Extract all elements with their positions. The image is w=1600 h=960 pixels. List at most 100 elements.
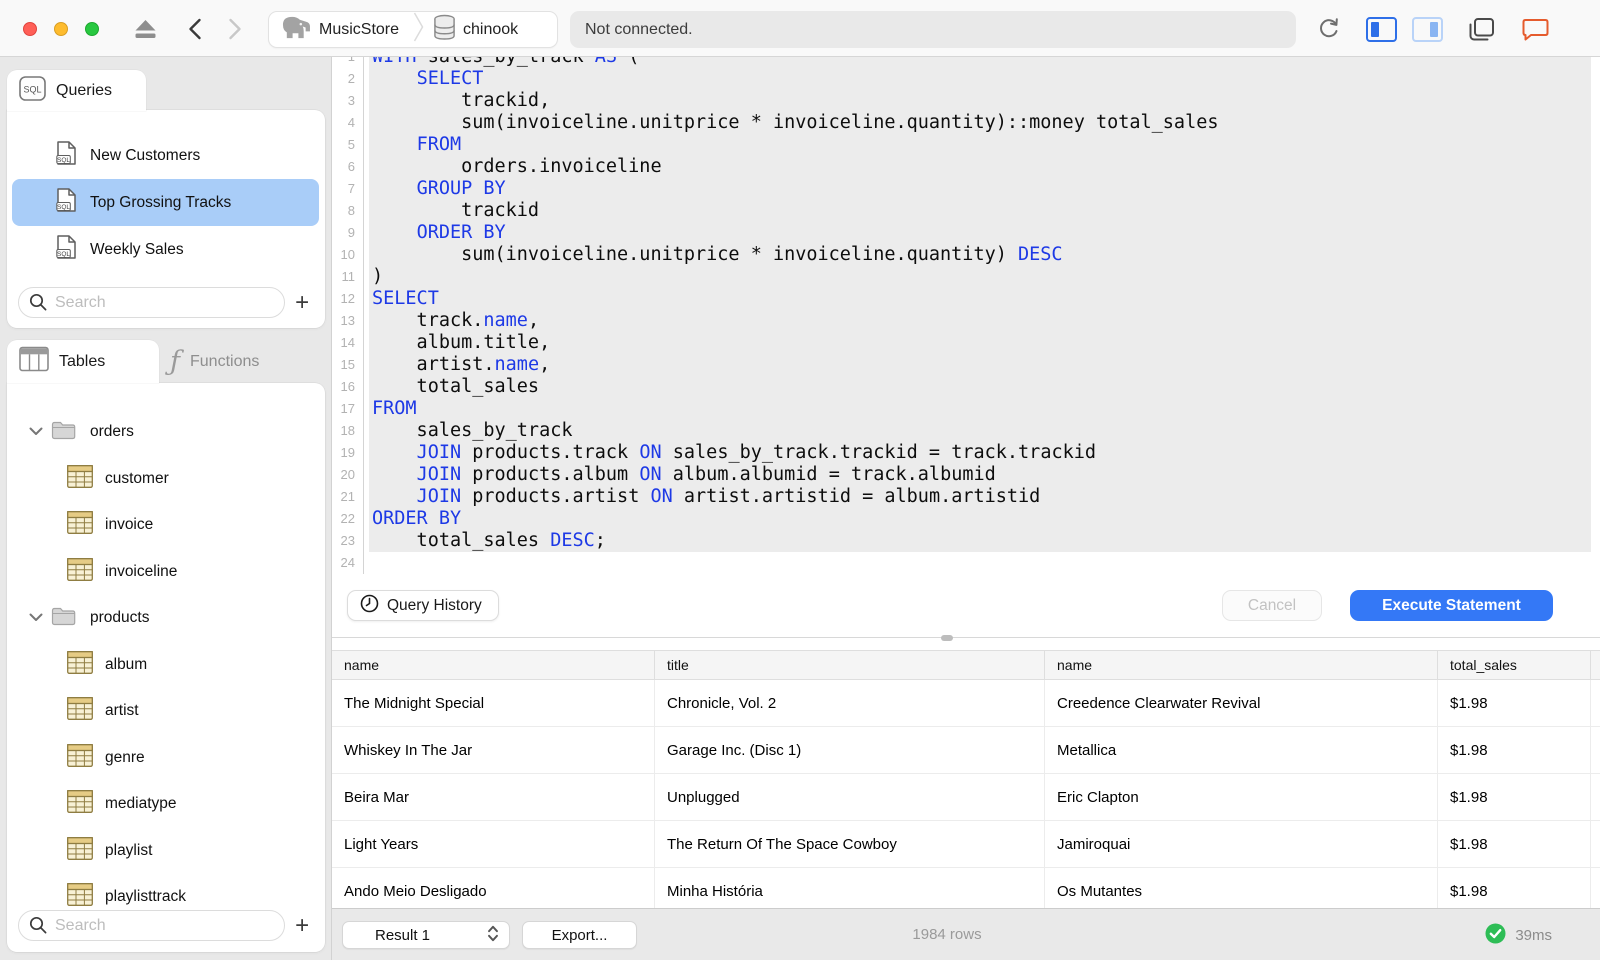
query-name: New Customers	[90, 146, 201, 164]
line-number: 15	[332, 354, 364, 376]
line-number: 2	[332, 68, 364, 90]
zoom-window-button[interactable]	[85, 22, 99, 36]
table-row[interactable]: The Midnight Special Chronicle, Vol. 2 Cre…	[332, 680, 1600, 727]
table-item[interactable]: invoice	[7, 502, 325, 549]
query-duration: 39ms	[1515, 927, 1552, 944]
table-cell: Beira Mar	[332, 774, 655, 820]
column-header[interactable]: total_sales	[1438, 651, 1591, 679]
chevron-down-icon[interactable]	[29, 609, 43, 627]
forward-icon[interactable]	[228, 18, 242, 40]
success-check-icon	[1485, 923, 1506, 948]
table-item[interactable]: invoiceline	[7, 549, 325, 596]
schema-folder[interactable]: orders	[7, 409, 325, 456]
column-header[interactable]: name	[1045, 651, 1438, 679]
table-item[interactable]: genre	[7, 735, 325, 782]
sidebar-left-icon[interactable]	[1366, 17, 1397, 42]
code-text: GROUP BY	[369, 178, 1591, 200]
tab-queries[interactable]: SQL Queries	[7, 70, 146, 111]
add-table-button[interactable]: +	[285, 910, 319, 941]
line-number: 6	[332, 156, 364, 178]
table-cell: Os Mutantes	[1045, 868, 1438, 908]
table-cell: The Midnight Special	[332, 680, 655, 726]
code-text: sum(invoiceline.unitprice * invoiceline.…	[369, 244, 1591, 266]
tables-search-input[interactable]	[18, 910, 286, 941]
queries-search	[18, 287, 286, 318]
svg-text:SQL: SQL	[57, 157, 70, 164]
main-panel: 1WITH sales_by_track AS (2 SELECT3 track…	[332, 57, 1600, 960]
table-cell: $1.98	[1438, 821, 1591, 867]
result-selector[interactable]: Result 1	[342, 921, 510, 949]
line-number: 14	[332, 332, 364, 354]
line-number: 19	[332, 442, 364, 464]
table-row[interactable]: Whiskey In The Jar Garage Inc. (Disc 1) Me…	[332, 727, 1600, 774]
code-line: 21 JOIN products.artist ON artist.artist…	[332, 486, 1600, 508]
line-number: 22	[332, 508, 364, 530]
query-list-item[interactable]: SQL New Customers	[12, 132, 319, 179]
table-item[interactable]: customer	[7, 456, 325, 503]
breadcrumb-database[interactable]: chinook	[433, 14, 518, 46]
query-list-item[interactable]: SQL Top Grossing Tracks	[12, 179, 319, 226]
export-button[interactable]: Export...	[522, 921, 637, 949]
schema-folder[interactable]: products	[7, 595, 325, 642]
code-line: 11)	[332, 266, 1600, 288]
query-history-button[interactable]: Query History	[347, 590, 499, 621]
breadcrumb: MusicStore chinook	[268, 11, 558, 48]
line-number: 21	[332, 486, 364, 508]
sql-file-icon: SQL	[56, 187, 77, 218]
back-icon[interactable]	[188, 18, 202, 40]
windows-icon[interactable]	[1466, 16, 1497, 43]
code-text: ORDER BY	[369, 222, 1591, 244]
sql-editor[interactable]: 1WITH sales_by_track AS (2 SELECT3 track…	[332, 57, 1600, 574]
table-item[interactable]: album	[7, 642, 325, 689]
splitter-handle-icon[interactable]	[941, 635, 953, 641]
line-number: 13	[332, 310, 364, 332]
table-name: mediatype	[105, 795, 177, 813]
code-text: FROM	[369, 134, 1591, 156]
table-cell: The Return Of The Space Cowboy	[655, 821, 1045, 867]
table-cell: Garage Inc. (Disc 1)	[655, 727, 1045, 773]
close-window-button[interactable]	[23, 22, 37, 36]
code-text: JOIN products.album ON album.albumid = t…	[369, 464, 1591, 486]
pane-splitter[interactable]	[332, 635, 1600, 641]
table-item[interactable]: artist	[7, 688, 325, 735]
table-cell: Creedence Clearwater Revival	[1045, 680, 1438, 726]
query-list-item[interactable]: SQL Weekly Sales	[12, 226, 319, 273]
table-row[interactable]: Ando Meio Desligado Minha História Os Muta…	[332, 868, 1600, 908]
code-line: 14 album.title,	[332, 332, 1600, 354]
clock-icon	[360, 594, 379, 618]
minimize-window-button[interactable]	[54, 22, 68, 36]
line-number: 4	[332, 112, 364, 134]
search-icon	[29, 293, 48, 317]
table-cell: Ando Meio Desligado	[332, 868, 655, 908]
table-row[interactable]: Beira Mar Unplugged Eric Clapton $1.98	[332, 774, 1600, 821]
column-header[interactable]: title	[655, 651, 1045, 679]
table-icon	[67, 557, 93, 586]
eject-icon[interactable]	[133, 18, 158, 41]
table-item[interactable]: playlist	[7, 828, 325, 875]
table-item[interactable]: mediatype	[7, 781, 325, 828]
cancel-button[interactable]: Cancel	[1222, 590, 1322, 621]
breadcrumb-connection[interactable]: MusicStore	[279, 14, 399, 46]
tab-functions[interactable]: ƒ Functions	[160, 340, 290, 383]
results-grid: The Midnight Special Chronicle, Vol. 2 Cre…	[332, 680, 1600, 908]
column-header[interactable]: name	[332, 651, 655, 679]
line-number: 23	[332, 530, 364, 552]
code-text: track.name,	[369, 310, 1591, 332]
refresh-icon[interactable]	[1316, 16, 1342, 42]
code-text: trackid	[369, 200, 1591, 222]
code-text: JOIN products.track ON sales_by_track.tr…	[369, 442, 1591, 464]
add-query-button[interactable]: +	[285, 287, 319, 318]
sidebar-right-icon[interactable]	[1412, 17, 1443, 42]
line-number: 1	[332, 57, 364, 68]
chat-icon[interactable]	[1520, 17, 1551, 42]
code-line: 18 sales_by_track	[332, 420, 1600, 442]
tab-tables[interactable]: Tables	[7, 340, 159, 383]
code-line: 10 sum(invoiceline.unitprice * invoiceli…	[332, 244, 1600, 266]
table-name: playlisttrack	[105, 888, 186, 906]
queries-search-input[interactable]	[18, 287, 286, 318]
chevron-down-icon[interactable]	[29, 423, 43, 441]
execute-statement-button[interactable]: Execute Statement	[1350, 590, 1553, 621]
table-row[interactable]: Light Years The Return Of The Space Cowbo…	[332, 821, 1600, 868]
table-name: playlist	[105, 841, 153, 859]
connection-status: Not connected.	[570, 11, 1296, 48]
